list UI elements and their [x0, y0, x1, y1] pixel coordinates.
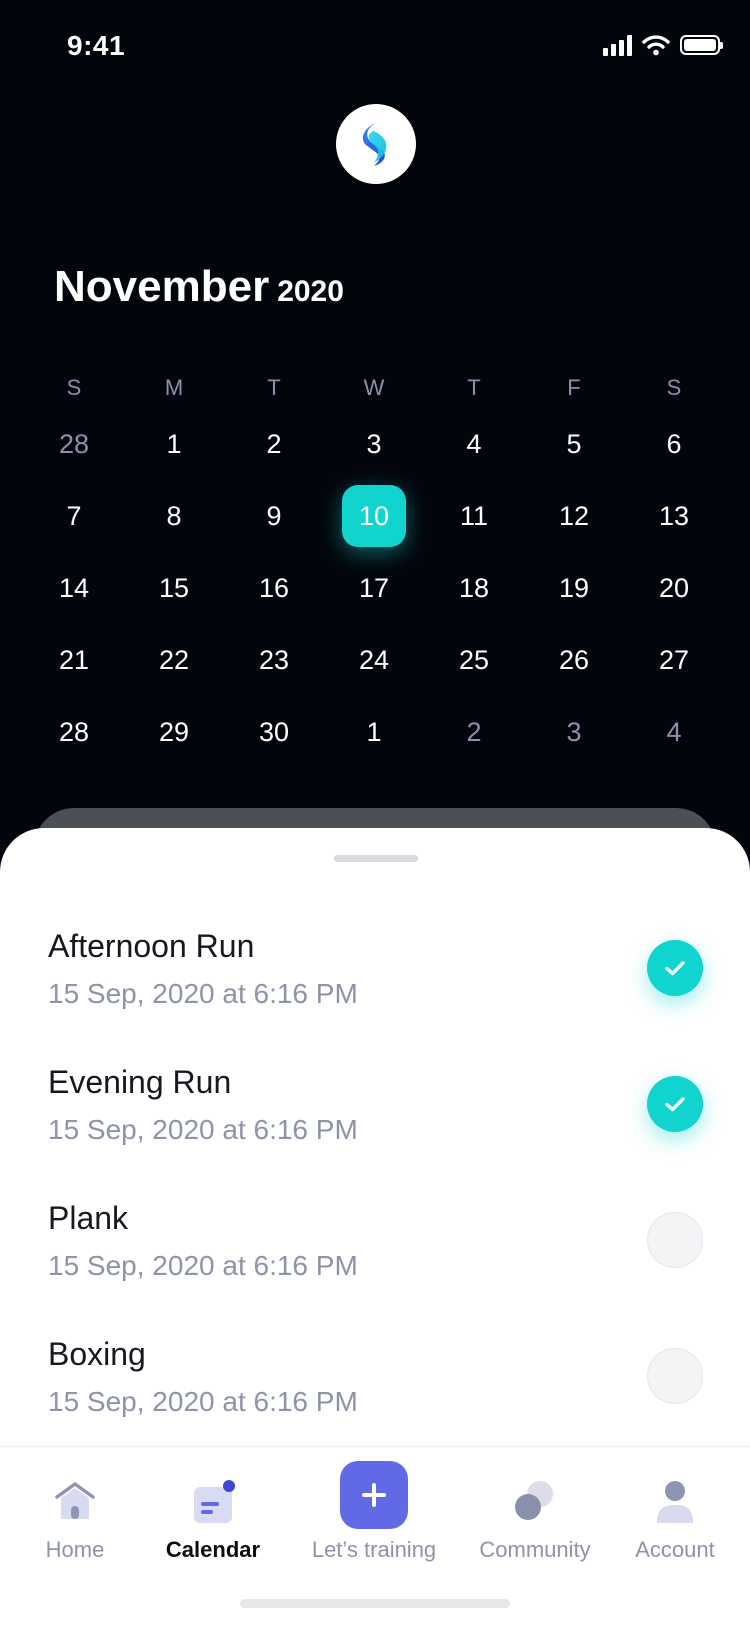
- calendar-day[interactable]: 1: [324, 717, 424, 748]
- calendar-week: 28 29 30 1 2 3 4: [24, 696, 724, 768]
- calendar-week: 28 1 2 3 4 5 6: [24, 408, 724, 480]
- calendar-day[interactable]: 15: [124, 573, 224, 604]
- calendar-day[interactable]: 9: [224, 501, 324, 532]
- selected-day-label: 10: [342, 485, 406, 547]
- tab-label: Calendar: [165, 1537, 261, 1562]
- calendar-day[interactable]: 16: [224, 573, 324, 604]
- tab-training[interactable]: Let’s training: [299, 1447, 449, 1577]
- calendar-day[interactable]: 14: [24, 573, 124, 604]
- activity-time: 15 Sep, 2020 at 6:16 PM: [48, 978, 358, 1009]
- calendar-day[interactable]: 5: [524, 429, 624, 460]
- calendar-week: 14 15 16 17 18 19 20: [24, 552, 724, 624]
- activity-checkbox-unchecked[interactable]: [647, 1348, 703, 1404]
- calendar-day[interactable]: 30: [224, 717, 324, 748]
- calendar-day[interactable]: 2: [424, 717, 524, 748]
- calendar-day[interactable]: 12: [524, 501, 624, 532]
- weekday-label: T: [467, 375, 481, 400]
- calendar-day[interactable]: 3: [524, 717, 624, 748]
- calendar-day[interactable]: 4: [424, 429, 524, 460]
- activity-item[interactable]: Afternoon Run 15 Sep, 2020 at 6:16 PM: [0, 928, 750, 1048]
- activity-time: 15 Sep, 2020 at 6:16 PM: [48, 1114, 358, 1145]
- calendar-day[interactable]: 28: [24, 429, 124, 460]
- activity-item[interactable]: Boxing 15 Sep, 2020 at 6:16 PM: [0, 1336, 750, 1456]
- calendar-day[interactable]: 28: [24, 717, 124, 748]
- add-training-button[interactable]: [340, 1461, 408, 1529]
- month-title: November 2020: [54, 262, 344, 312]
- calendar-day[interactable]: 4: [624, 717, 724, 748]
- activity-title: Boxing: [48, 1336, 146, 1372]
- weekday-header: S M T W T F S: [24, 368, 724, 408]
- calendar-day[interactable]: 22: [124, 645, 224, 676]
- calendar-day[interactable]: 3: [324, 429, 424, 460]
- activity-checkbox-checked[interactable]: [647, 1076, 703, 1132]
- activity-title: Evening Run: [48, 1064, 232, 1100]
- weekday-label: T: [267, 375, 281, 400]
- calendar-header-background: 9:41 November 2020 S M T W T F S 28 1 2 …: [0, 0, 750, 880]
- calendar-day[interactable]: 21: [24, 645, 124, 676]
- activity-title: Plank: [48, 1200, 129, 1236]
- activity-item[interactable]: Plank 15 Sep, 2020 at 6:16 PM: [0, 1200, 750, 1320]
- month-year: 2020: [277, 275, 344, 308]
- tab-label: Account: [635, 1537, 715, 1562]
- weekday-label: F: [567, 375, 581, 400]
- weekday-label: S: [66, 375, 82, 400]
- calendar-day[interactable]: 24: [324, 645, 424, 676]
- calendar-icon: [194, 1480, 235, 1523]
- calendar-grid: S M T W T F S 28 1 2 3 4 5 6 7 8 9 10 11…: [24, 368, 724, 768]
- calendar-day[interactable]: 25: [424, 645, 524, 676]
- tab-label: Community: [479, 1537, 591, 1562]
- tab-home[interactable]: Home: [0, 1447, 150, 1577]
- weekday-label: M: [164, 375, 184, 400]
- calendar-day[interactable]: 27: [624, 645, 724, 676]
- tab-calendar[interactable]: Calendar: [138, 1447, 288, 1577]
- activity-checkbox-unchecked[interactable]: [647, 1212, 703, 1268]
- month-name: November: [54, 262, 270, 311]
- activity-time: 15 Sep, 2020 at 6:16 PM: [48, 1386, 358, 1417]
- tab-community[interactable]: Community: [460, 1447, 610, 1577]
- weekday-label: S: [666, 375, 682, 400]
- calendar-day[interactable]: 11: [424, 501, 524, 532]
- status-icons: [603, 34, 723, 56]
- weekday-label: W: [363, 375, 385, 400]
- calendar-day[interactable]: 17: [324, 573, 424, 604]
- calendar-day[interactable]: 19: [524, 573, 624, 604]
- sheet-drag-handle[interactable]: [334, 855, 418, 862]
- wifi-icon: [642, 35, 670, 56]
- battery-icon: [680, 35, 723, 55]
- calendar-day[interactable]: 1: [124, 429, 224, 460]
- tab-account[interactable]: Account: [600, 1447, 750, 1577]
- calendar-day[interactable]: 8: [124, 501, 224, 532]
- calendar-week: 21 22 23 24 25 26 27: [24, 624, 724, 696]
- calendar-day[interactable]: 29: [124, 717, 224, 748]
- community-icon: [515, 1481, 553, 1520]
- calendar-day[interactable]: 26: [524, 645, 624, 676]
- calendar-day[interactable]: 23: [224, 645, 324, 676]
- calendar-day[interactable]: 20: [624, 573, 724, 604]
- activity-time: 15 Sep, 2020 at 6:16 PM: [48, 1250, 358, 1281]
- app-logo: [336, 104, 416, 184]
- signal-icon: [603, 34, 632, 56]
- activity-checkbox-checked[interactable]: [647, 940, 703, 996]
- check-icon: [665, 961, 685, 976]
- tab-label: Let’s training: [311, 1537, 437, 1562]
- tab-label: Home: [45, 1537, 105, 1562]
- calendar-day[interactable]: 13: [624, 501, 724, 532]
- calendar-day-selected[interactable]: 10: [324, 485, 424, 547]
- activity-title: Afternoon Run: [48, 928, 255, 964]
- calendar-day[interactable]: 2: [224, 429, 324, 460]
- calendar-day[interactable]: 6: [624, 429, 724, 460]
- logo-icon: [362, 122, 387, 166]
- status-time: 9:41: [67, 30, 126, 61]
- check-icon: [665, 1097, 685, 1112]
- calendar-week: 7 8 9 10 11 12 13: [24, 480, 724, 552]
- plus-icon: [362, 1483, 386, 1507]
- activity-item[interactable]: Evening Run 15 Sep, 2020 at 6:16 PM: [0, 1064, 750, 1184]
- calendar-day[interactable]: 7: [24, 501, 124, 532]
- home-indicator: [240, 1599, 510, 1608]
- calendar-day[interactable]: 18: [424, 573, 524, 604]
- account-icon: [657, 1481, 693, 1523]
- home-icon: [55, 1482, 95, 1519]
